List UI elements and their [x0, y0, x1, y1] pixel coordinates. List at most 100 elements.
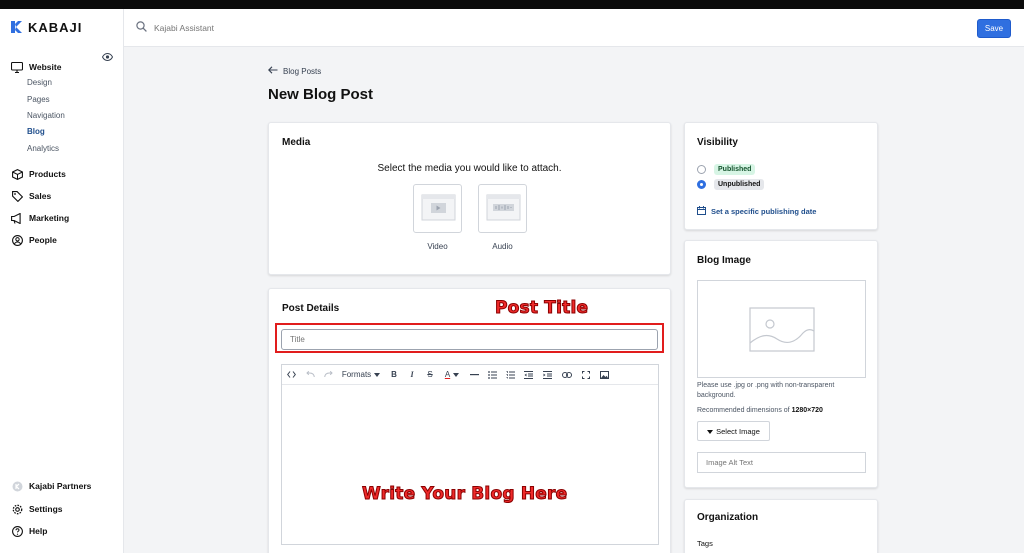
post-title-input[interactable] — [281, 329, 658, 350]
caret-down-icon — [374, 370, 381, 379]
text-color-icon[interactable]: A — [439, 365, 465, 385]
select-image-button[interactable]: Select Image — [697, 421, 770, 441]
annotation-post-title: Post Title — [494, 298, 589, 319]
search-icon — [136, 21, 147, 35]
card-title: Visibility — [697, 137, 738, 148]
sidebar-item-label: Settings — [29, 504, 63, 514]
sidebar-item-label: Kajabi Partners — [29, 481, 92, 491]
card-title: Media — [282, 137, 311, 148]
question-icon — [11, 525, 23, 537]
search-input[interactable] — [154, 23, 354, 33]
sidebar-item-website[interactable]: Website — [11, 61, 61, 73]
sidebar-item-label: People — [29, 235, 57, 245]
status-badge-unpublished: Unpublished — [714, 179, 765, 190]
formats-label: Formats — [341, 370, 372, 379]
gear-icon — [11, 503, 23, 515]
radio-published[interactable] — [697, 165, 706, 174]
audio-label: Audio — [492, 242, 513, 251]
link-icon[interactable] — [557, 365, 576, 385]
editor-toolbar: Formats B I S A — [282, 365, 658, 385]
outdent-icon[interactable] — [519, 365, 538, 385]
schedule-link-label: Set a specific publishing date — [711, 207, 817, 216]
megaphone-icon — [11, 212, 23, 224]
image-insert-icon[interactable] — [595, 365, 614, 385]
visibility-option-published[interactable]: Published — [697, 164, 756, 175]
formats-dropdown[interactable]: Formats — [337, 365, 385, 385]
sidebar-sub-pages[interactable]: Pages — [27, 95, 50, 104]
sidebar-item-label: Marketing — [29, 213, 70, 223]
dimensions-prefix: Recommended dimensions of — [697, 407, 792, 414]
caret-down-icon — [707, 427, 714, 436]
card-title: Organization — [697, 512, 759, 523]
sidebar: KABAJI — [0, 9, 124, 553]
italic-icon[interactable]: I — [403, 365, 421, 385]
undo-icon[interactable] — [301, 365, 319, 385]
sidebar-sub-analytics[interactable]: Analytics — [27, 144, 59, 153]
eye-icon[interactable] — [101, 52, 114, 64]
brand-logo[interactable]: KABAJI — [11, 19, 83, 35]
tag-icon — [11, 190, 23, 202]
save-button[interactable]: Save — [977, 19, 1011, 38]
sidebar-item-people[interactable]: People — [11, 234, 57, 246]
kajabi-logo-icon — [11, 21, 23, 33]
breadcrumb-label: Blog Posts — [283, 66, 322, 76]
page-title: New Blog Post — [268, 86, 374, 103]
media-prompt: Select the media you would like to attac… — [377, 163, 562, 174]
image-alt-text-input[interactable] — [697, 452, 866, 473]
radio-unpublished[interactable] — [697, 180, 706, 189]
sidebar-item-label: Sales — [29, 191, 52, 201]
audio-file-icon — [486, 194, 521, 221]
numbered-list-icon[interactable] — [501, 365, 519, 385]
sidebar-sub-navigation[interactable]: Navigation — [27, 111, 65, 120]
code-icon[interactable] — [282, 365, 301, 385]
video-label: Video — [427, 242, 448, 251]
sidebar-item-settings[interactable]: Settings — [11, 503, 63, 515]
tags-label: Tags — [697, 539, 713, 548]
bullet-list-icon[interactable] — [483, 365, 501, 385]
assistant-search[interactable] — [136, 21, 354, 35]
sidebar-item-marketing[interactable]: Marketing — [11, 212, 69, 224]
arrow-left-icon — [268, 66, 278, 76]
sidebar-item-kajabi-partners[interactable]: Kajabi Partners — [11, 480, 91, 492]
top-strip — [0, 0, 1024, 9]
visibility-option-unpublished[interactable]: Unpublished — [697, 179, 765, 190]
organization-card: Organization — [684, 499, 878, 553]
strikethrough-icon[interactable]: S — [421, 365, 439, 385]
sidebar-item-label: Products — [29, 169, 66, 179]
sidebar-item-label: Help — [29, 526, 48, 536]
select-image-label: Select Image — [716, 426, 760, 436]
rich-text-editor[interactable]: Formats B I S A — [281, 364, 659, 545]
brand-name: KABAJI — [28, 19, 83, 35]
video-option[interactable] — [413, 184, 462, 233]
monitor-icon — [11, 61, 23, 73]
blog-image-dropzone[interactable] — [697, 280, 866, 378]
horizontal-rule-icon[interactable] — [465, 365, 483, 385]
sidebar-item-help[interactable]: Help — [11, 525, 47, 537]
bold-icon[interactable]: B — [385, 365, 403, 385]
card-title: Blog Image — [697, 255, 751, 266]
schedule-publishing-link[interactable]: Set a specific publishing date — [697, 206, 816, 217]
calendar-icon — [697, 206, 706, 217]
annotation-write-blog: Write Your Blog Here — [361, 484, 568, 505]
editor-content-area[interactable] — [282, 386, 658, 544]
video-file-icon — [421, 194, 456, 221]
breadcrumb-back[interactable]: Blog Posts — [268, 66, 321, 76]
top-header: Save — [124, 9, 1024, 47]
sidebar-sub-design[interactable]: Design — [27, 78, 52, 87]
fullscreen-icon[interactable] — [576, 365, 595, 385]
box-icon — [11, 168, 23, 180]
sidebar-item-sales[interactable]: Sales — [11, 190, 51, 202]
dimensions-value: 1280×720 — [791, 407, 823, 414]
image-format-hint: Please use .jpg or .png with non-transpa… — [697, 382, 835, 399]
user-circle-icon — [11, 234, 23, 246]
audio-option[interactable] — [478, 184, 527, 233]
sidebar-item-products[interactable]: Products — [11, 168, 66, 180]
status-badge-published: Published — [714, 164, 756, 175]
sidebar-sub-blog[interactable]: Blog — [27, 127, 45, 136]
sidebar-item-label: Website — [29, 62, 62, 72]
partner-icon — [11, 480, 23, 492]
redo-icon[interactable] — [319, 365, 337, 385]
image-placeholder-icon — [749, 307, 815, 352]
media-card: Media Select the media you would like to… — [268, 122, 671, 275]
indent-icon[interactable] — [538, 365, 557, 385]
